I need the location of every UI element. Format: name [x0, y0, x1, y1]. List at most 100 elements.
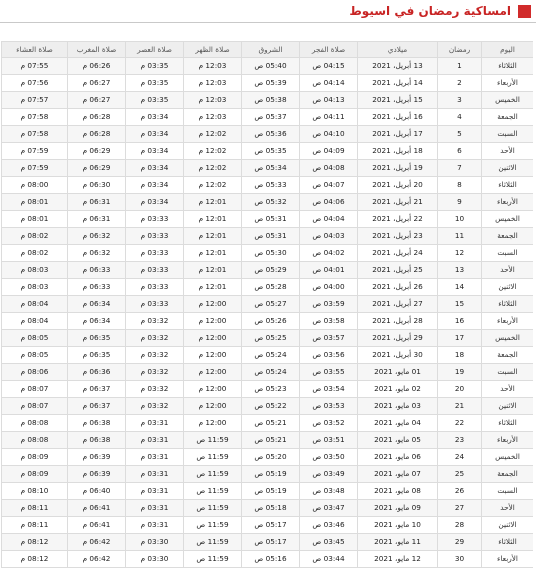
- ramadan-day-cell: 2: [437, 74, 482, 92]
- fajr-time-cell: 03:44 ص: [299, 550, 358, 568]
- gregorian-date-cell: 11 مايو، 2021: [357, 533, 438, 551]
- column-header-dhuhr: صلاة الظهر: [183, 41, 242, 58]
- ramadan-day-cell: 26: [437, 482, 482, 500]
- ramadan-day-cell: 18: [437, 346, 482, 364]
- shuruq-time-cell: 05:34 ص: [241, 159, 300, 177]
- asr-time-cell: 03:34 م: [125, 142, 184, 160]
- table-row: الجمعة 4 16 أبريل، 2021 04:11 ص 05:37 ص 12:03…: [1, 108, 533, 126]
- isha-time-cell: 08:11 م: [1, 499, 68, 517]
- dhuhr-time-cell: 12:00 م: [183, 414, 242, 432]
- asr-time-cell: 03:33 م: [125, 261, 184, 279]
- asr-time-cell: 03:31 م: [125, 499, 184, 517]
- table-row: الثلاثاء 15 27 أبريل، 2021 03:59 ص 05:27 ص 12…: [1, 295, 533, 313]
- fajr-time-cell: 04:10 ص: [299, 125, 358, 143]
- day-cell: الثلاثاء: [481, 57, 533, 75]
- dhuhr-time-cell: 11:59 ص: [183, 482, 242, 500]
- gregorian-date-cell: 27 أبريل، 2021: [357, 295, 438, 313]
- shuruq-time-cell: 05:27 ص: [241, 295, 300, 313]
- dhuhr-time-cell: 11:59 ص: [183, 465, 242, 483]
- ramadan-day-cell: 7: [437, 159, 482, 177]
- table-row: الأحد 27 09 مايو، 2021 03:47 ص 05:18 ص 11:59 …: [1, 499, 533, 517]
- table-row: الأحد 6 18 أبريل، 2021 04:09 ص 05:35 ص 12:02 …: [1, 142, 533, 160]
- column-header-gregorian: ميلادي: [357, 41, 438, 58]
- maghrib-time-cell: 06:37 م: [67, 397, 126, 415]
- day-cell: الثلاثاء: [481, 414, 533, 432]
- shuruq-time-cell: 05:21 ص: [241, 414, 300, 432]
- gregorian-date-cell: 15 أبريل، 2021: [357, 91, 438, 109]
- day-cell: السبت: [481, 125, 533, 143]
- isha-time-cell: 07:58 م: [1, 108, 68, 126]
- maghrib-time-cell: 06:40 م: [67, 482, 126, 500]
- ramadan-day-cell: 27: [437, 499, 482, 517]
- table-row: الخميس 3 15 أبريل، 2021 04:13 ص 05:38 ص 12:03…: [1, 91, 533, 109]
- maghrib-time-cell: 06:26 م: [67, 57, 126, 75]
- shuruq-time-cell: 05:39 ص: [241, 74, 300, 92]
- shuruq-time-cell: 05:19 ص: [241, 482, 300, 500]
- gregorian-date-cell: 30 أبريل، 2021: [357, 346, 438, 364]
- column-header-fajr: صلاة الفجر: [299, 41, 358, 58]
- isha-time-cell: 08:04 م: [1, 312, 68, 330]
- day-cell: الخميس: [481, 91, 533, 109]
- dhuhr-time-cell: 12:01 م: [183, 193, 242, 211]
- dhuhr-time-cell: 11:59 ص: [183, 448, 242, 466]
- ramadan-day-cell: 13: [437, 261, 482, 279]
- fajr-time-cell: 03:47 ص: [299, 499, 358, 517]
- maghrib-time-cell: 06:39 م: [67, 465, 126, 483]
- dhuhr-time-cell: 12:02 م: [183, 125, 242, 143]
- ramadan-day-cell: 28: [437, 516, 482, 534]
- fajr-time-cell: 04:11 ص: [299, 108, 358, 126]
- gregorian-date-cell: 28 أبريل، 2021: [357, 312, 438, 330]
- ramadan-day-cell: 21: [437, 397, 482, 415]
- table-row: السبت 5 17 أبريل، 2021 04:10 ص 05:36 ص 12:02 …: [1, 125, 533, 143]
- dhuhr-time-cell: 12:01 م: [183, 210, 242, 228]
- maghrib-time-cell: 06:33 م: [67, 261, 126, 279]
- fajr-time-cell: 04:09 ص: [299, 142, 358, 160]
- gregorian-date-cell: 01 مايو، 2021: [357, 363, 438, 381]
- shuruq-time-cell: 05:19 ص: [241, 465, 300, 483]
- asr-time-cell: 03:34 م: [125, 193, 184, 211]
- fajr-time-cell: 03:50 ص: [299, 448, 358, 466]
- day-cell: الأربعاء: [481, 550, 533, 568]
- dhuhr-time-cell: 12:03 م: [183, 57, 242, 75]
- gregorian-date-cell: 25 أبريل، 2021: [357, 261, 438, 279]
- fajr-time-cell: 04:01 ص: [299, 261, 358, 279]
- table-row: الاثنين 28 10 مايو، 2021 03:46 ص 05:17 ص 11:5…: [1, 516, 533, 534]
- dhuhr-time-cell: 12:03 م: [183, 91, 242, 109]
- maghrib-time-cell: 06:27 م: [67, 91, 126, 109]
- maghrib-time-cell: 06:38 م: [67, 414, 126, 432]
- shuruq-time-cell: 05:20 ص: [241, 448, 300, 466]
- table-row: الثلاثاء 8 20 أبريل، 2021 04:07 ص 05:33 ص 12:…: [1, 176, 533, 194]
- day-cell: السبت: [481, 244, 533, 262]
- shuruq-time-cell: 05:16 ص: [241, 550, 300, 568]
- table-row: الاثنين 7 19 أبريل، 2021 04:08 ص 05:34 ص 12:0…: [1, 159, 533, 177]
- fajr-time-cell: 04:04 ص: [299, 210, 358, 228]
- fajr-time-cell: 03:59 ص: [299, 295, 358, 313]
- day-cell: الاثنين: [481, 278, 533, 296]
- header-accent-bar: [518, 4, 531, 18]
- maghrib-time-cell: 06:30 م: [67, 176, 126, 194]
- ramadan-day-cell: 25: [437, 465, 482, 483]
- table-row: السبت 12 24 أبريل، 2021 04:02 ص 05:30 ص 12:01…: [1, 244, 533, 262]
- gregorian-date-cell: 02 مايو، 2021: [357, 380, 438, 398]
- dhuhr-time-cell: 12:00 م: [183, 312, 242, 330]
- day-cell: الخميس: [481, 329, 533, 347]
- day-cell: الأحد: [481, 142, 533, 160]
- dhuhr-time-cell: 12:03 م: [183, 108, 242, 126]
- isha-time-cell: 07:59 م: [1, 159, 68, 177]
- maghrib-time-cell: 06:42 م: [67, 550, 126, 568]
- isha-time-cell: 08:12 م: [1, 550, 68, 568]
- dhuhr-time-cell: 11:59 ص: [183, 499, 242, 517]
- isha-time-cell: 08:08 م: [1, 431, 68, 449]
- day-cell: الجمعة: [481, 346, 533, 364]
- ramadan-day-cell: 16: [437, 312, 482, 330]
- ramadan-day-cell: 24: [437, 448, 482, 466]
- asr-time-cell: 03:31 م: [125, 414, 184, 432]
- asr-time-cell: 03:32 م: [125, 380, 184, 398]
- fajr-time-cell: 03:51 ص: [299, 431, 358, 449]
- maghrib-time-cell: 06:34 م: [67, 312, 126, 330]
- column-header-ramadan: رمضان: [437, 41, 482, 58]
- dhuhr-time-cell: 12:01 م: [183, 244, 242, 262]
- dhuhr-time-cell: 12:01 م: [183, 278, 242, 296]
- gregorian-date-cell: 26 أبريل، 2021: [357, 278, 438, 296]
- isha-time-cell: 08:09 م: [1, 448, 68, 466]
